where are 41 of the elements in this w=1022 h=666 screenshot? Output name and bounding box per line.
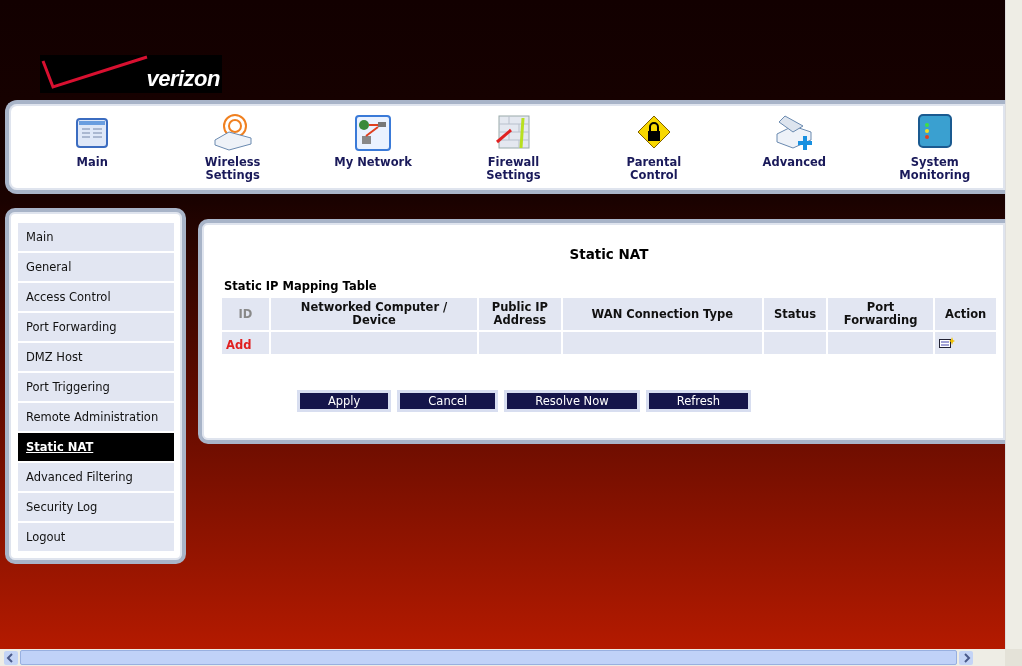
scrollbar-thumb[interactable] (20, 650, 957, 665)
nav-item[interactable]: Firewall Settings (443, 104, 584, 190)
sidebar-item[interactable]: Remote Administration (18, 403, 174, 431)
column-header: Status (763, 297, 827, 331)
table-title: Static IP Mapping Table (224, 279, 378, 293)
edit-icon[interactable] (939, 336, 956, 349)
column-header: Public IP Address (478, 297, 562, 331)
action-button[interactable]: Refresh (645, 390, 752, 412)
column-header: Action (934, 297, 997, 331)
scrollbar-corner (1005, 649, 1022, 666)
action-button[interactable]: Cancel (397, 390, 499, 412)
horizontal-scrollbar[interactable] (0, 649, 1005, 666)
column-header: Networked Computer / Device (269, 297, 479, 331)
nav-item[interactable]: System Monitoring (864, 104, 1005, 190)
scroll-left-icon[interactable] (4, 650, 18, 665)
sidebar-item[interactable]: DMZ Host (18, 343, 174, 371)
sidebar-item[interactable]: Advanced Filtering (18, 463, 174, 491)
vertical-scrollbar[interactable] (1005, 0, 1022, 649)
logo: verizon (40, 55, 222, 93)
add-link[interactable]: Add (226, 337, 252, 352)
sidebar-item[interactable]: Access Control (18, 283, 174, 311)
sidebar-item[interactable]: Port Triggering (18, 373, 174, 401)
nav-item[interactable]: My Network (302, 104, 444, 190)
action-button[interactable]: Apply (296, 390, 392, 412)
sidebar-item[interactable]: Logout (18, 523, 174, 551)
sidebar-item[interactable]: General (18, 253, 174, 281)
sidebar-item[interactable]: Main (18, 223, 174, 251)
column-header: Port Forwarding (826, 297, 935, 331)
sidebar-item[interactable]: Static NAT (18, 433, 174, 461)
action-button[interactable]: Resolve Now (504, 390, 640, 412)
column-header: ID (221, 297, 270, 331)
sidebar-item[interactable]: Port Forwarding (18, 313, 174, 341)
nav-item[interactable]: Advanced (724, 104, 865, 190)
column-header: WAN Connection Type (561, 297, 764, 331)
page-title: Static NAT (568, 246, 650, 262)
nav-item[interactable]: Parental Control (583, 104, 725, 190)
sidebar-item[interactable]: Security Log (18, 493, 174, 521)
nav-item[interactable]: Wireless Settings (162, 104, 303, 190)
network-icon (354, 114, 393, 152)
nav-item[interactable]: Main (22, 104, 163, 190)
scroll-right-icon[interactable] (959, 650, 973, 665)
